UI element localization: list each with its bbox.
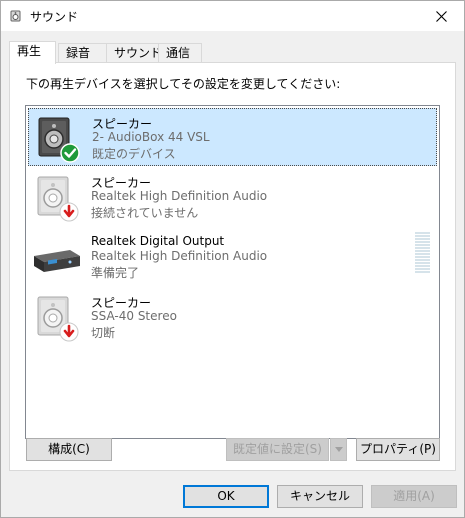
device-description: SSA-40 Stereo [91, 309, 177, 323]
chevron-down-icon [334, 447, 343, 452]
configure-button[interactable]: 構成(C) [26, 438, 112, 461]
speaker-icon [10, 9, 24, 23]
title-bar[interactable]: サウンド [1, 1, 464, 31]
tab-communications[interactable]: 通信 [158, 43, 202, 63]
properties-button[interactable]: プロパティ(P) [356, 438, 440, 461]
device-status: 切断 [91, 326, 116, 340]
device-status: 既定のデバイス [92, 147, 176, 161]
close-button[interactable] [418, 1, 464, 31]
set-default-dropdown-button[interactable] [330, 438, 347, 461]
device-description: 2- AudioBox 44 VSL [92, 130, 210, 144]
playback-panel: 下の再生デバイスを選択してその設定を変更してください: スピーカー 2- Aud… [9, 62, 456, 471]
apply-button[interactable]: 適用(A) [371, 485, 457, 508]
device-status: 準備完了 [91, 266, 140, 280]
device-description: Realtek High Definition Audio [91, 189, 268, 203]
sound-dialog: サウンド 再生 録音 サウンド 通信 下の再生デバイスを選択してその設定を変更し… [0, 0, 465, 518]
device-item[interactable]: スピーカー 2- AudioBox 44 VSL 既定のデバイス [28, 108, 437, 166]
instruction-text: 下の再生デバイスを選択してその設定を変更してください: [26, 77, 341, 91]
device-item[interactable]: Realtek Digital Output Realtek High Defi… [28, 228, 437, 286]
speaker-default-check-icon [33, 115, 83, 165]
device-description: Realtek High Definition Audio [91, 249, 268, 263]
tab-sounds[interactable]: サウンド [106, 43, 162, 63]
device-name: Realtek Digital Output [91, 234, 225, 248]
speaker-disconnected-icon [32, 174, 82, 224]
tab-playback[interactable]: 再生 [9, 41, 56, 64]
set-default-button[interactable]: 既定値に設定(S) [226, 438, 329, 461]
tab-recording[interactable]: 録音 [58, 43, 107, 63]
cancel-button[interactable]: キャンセル [277, 485, 363, 508]
digital-output-icon [32, 234, 82, 284]
device-item[interactable]: スピーカー Realtek High Definition Audio 接続され… [28, 168, 437, 226]
window-title: サウンド [30, 10, 79, 24]
volume-level-meter [415, 232, 430, 274]
speaker-disconnected-icon [32, 294, 82, 344]
device-item[interactable]: スピーカー SSA-40 Stereo 切断 [28, 288, 437, 346]
close-icon [435, 10, 447, 22]
device-list[interactable]: スピーカー 2- AudioBox 44 VSL 既定のデバイス スピーカー R… [25, 105, 440, 439]
device-status: 接続されていません [91, 206, 199, 220]
ok-button[interactable]: OK [183, 485, 269, 508]
